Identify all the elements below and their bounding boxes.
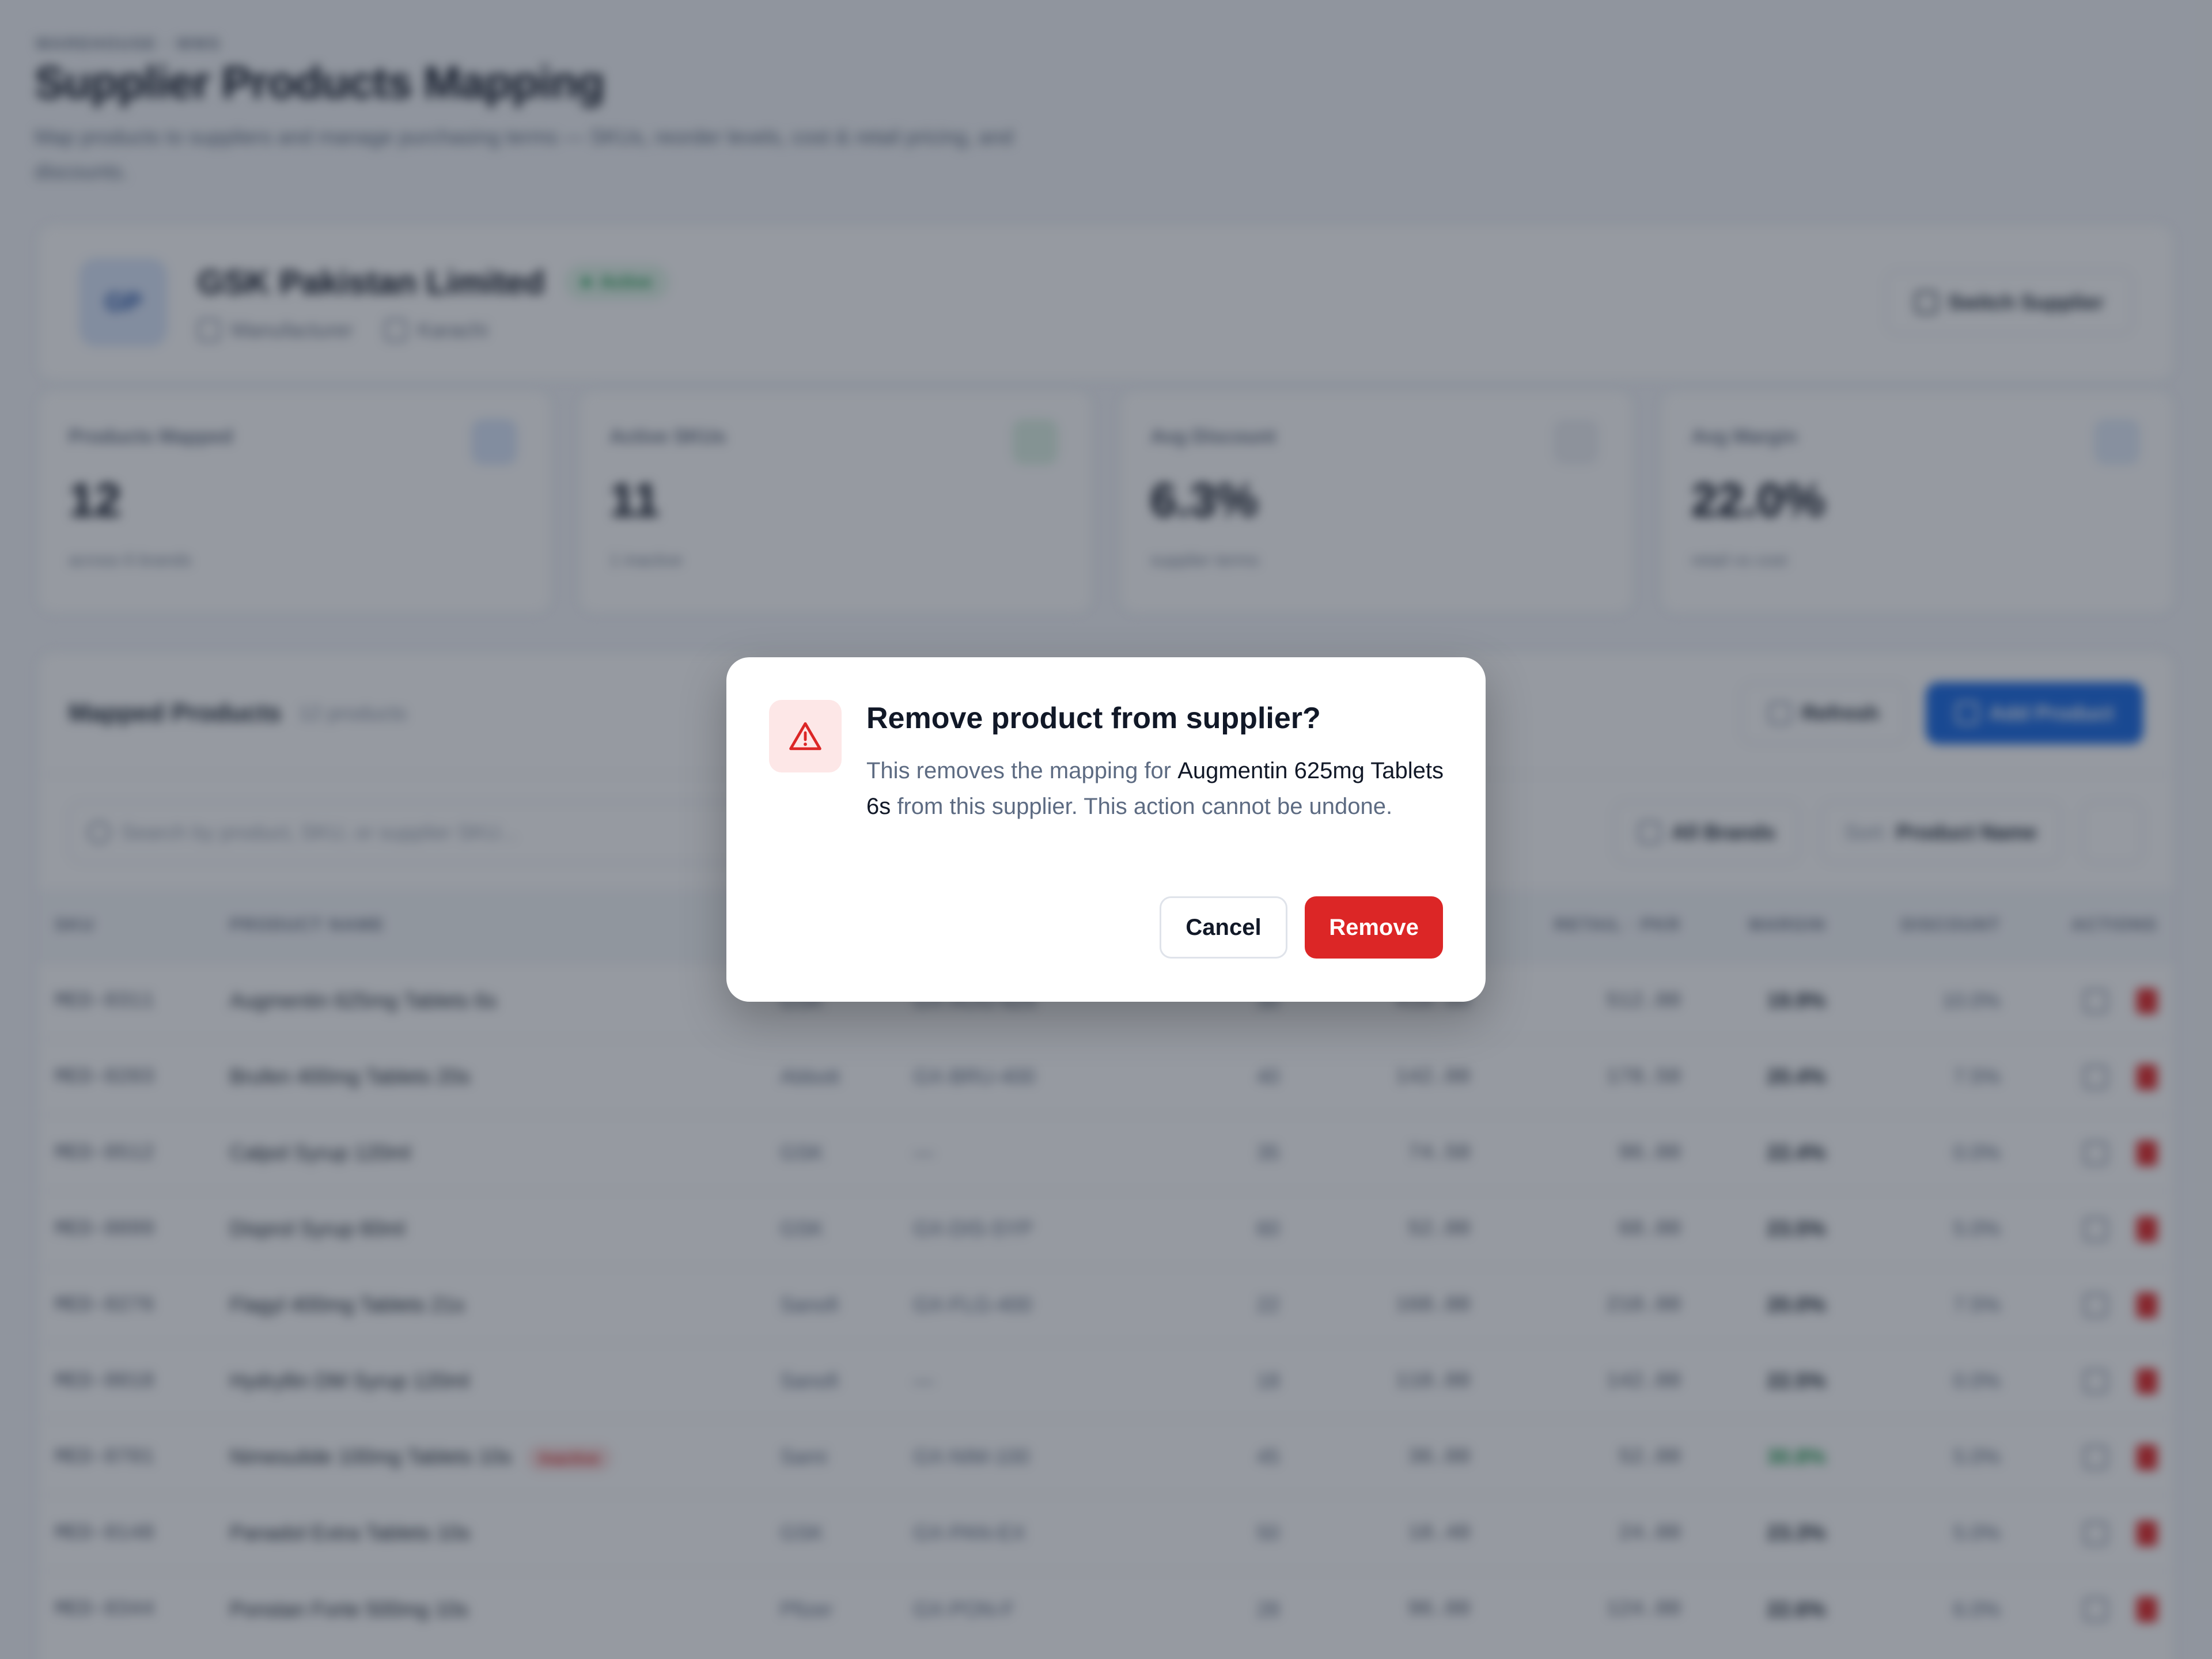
warning-icon-box <box>769 700 842 772</box>
dialog-body-suffix: from this supplier. This action cannot b… <box>891 794 1393 819</box>
dialog-body-prefix: This removes the mapping for <box>866 758 1178 783</box>
warning-triangle-icon <box>789 722 821 751</box>
dialog-body: This removes the mapping for Augmentin 6… <box>866 753 1454 824</box>
cancel-button[interactable]: Cancel <box>1160 896 1287 959</box>
remove-button[interactable]: Remove <box>1305 896 1443 959</box>
dialog-title: Remove product from supplier? <box>866 702 1321 735</box>
remove-product-dialog: Remove product from supplier? This remov… <box>726 657 1486 1002</box>
